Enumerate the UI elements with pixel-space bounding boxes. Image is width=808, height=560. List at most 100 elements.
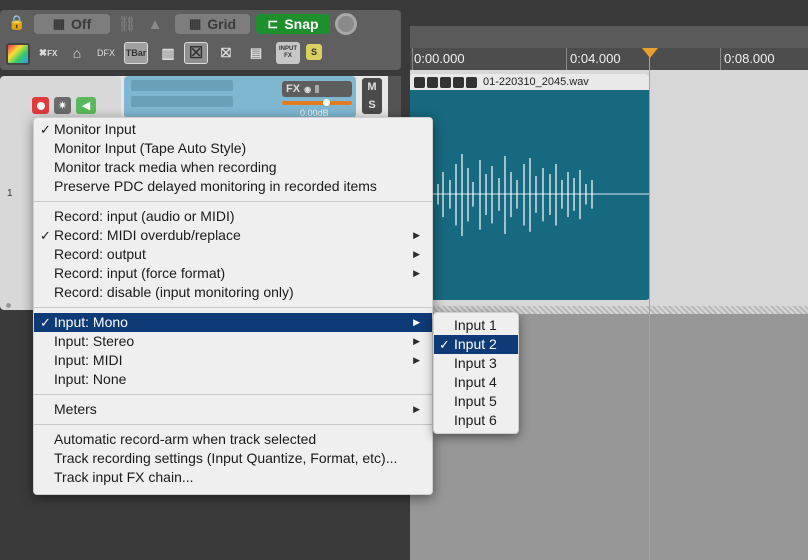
menu-item[interactable]: ✓ Record: MIDI overdub/replace ▶ xyxy=(34,226,432,245)
lock-icon[interactable] xyxy=(414,76,425,88)
daw-window: 🔒 ▦ Off ⛓ ▲ ▦ Grid ⊏ Snap ✖ FX ⌂ DFX TBar… xyxy=(0,0,808,560)
menu-item[interactable]: Track input FX chain... xyxy=(34,468,432,487)
power-icon: ◉ xyxy=(304,84,312,94)
record-context-menu: ✓ Monitor Input Monitor Input (Tape Auto S… xyxy=(33,117,433,495)
lock-icon[interactable]: 🔒 xyxy=(8,13,26,31)
snap-icon: ⊏ xyxy=(267,16,279,31)
menu-item[interactable]: Meters ▶ xyxy=(34,400,432,419)
track-name-slot xyxy=(131,80,233,91)
fx-label: FX xyxy=(286,83,301,95)
menu-item[interactable]: Record: input (force format) ▶ xyxy=(34,264,432,283)
snap-label: Snap xyxy=(284,16,319,32)
grid-dots-icon: ▦ xyxy=(52,16,66,31)
submenu-item-label: Input 6 xyxy=(454,412,497,428)
menu-item[interactable]: Input: MIDI ▶ xyxy=(34,351,432,370)
submenu-item[interactable]: ✓ Input 2 xyxy=(434,335,518,354)
submenu-item[interactable]: Input 3 xyxy=(434,354,518,373)
monitor-speaker-icon[interactable]: ◀ xyxy=(76,97,96,114)
tbar-button[interactable]: TBar xyxy=(124,42,148,64)
bricks-icon[interactable]: ▤ xyxy=(244,42,268,64)
item-icon[interactable] xyxy=(427,76,438,88)
mini-meter-icon xyxy=(315,85,320,93)
envelope-icon[interactable]: ☒ xyxy=(184,42,208,64)
menu-item-label: Monitor Input xyxy=(54,121,136,137)
solo-small-button[interactable]: S xyxy=(306,44,322,60)
menu-item-label: Record: MIDI overdub/replace xyxy=(54,227,241,243)
submenu-arrow-icon: ▶ xyxy=(413,336,420,346)
edit-cursor[interactable] xyxy=(649,48,650,560)
track-fx-button[interactable]: FX ◉ xyxy=(282,81,352,97)
item-icon[interactable] xyxy=(440,76,451,88)
checkbox-icon[interactable] xyxy=(466,76,477,88)
menu-item-label: Monitor Input (Tape Auto Style) xyxy=(54,140,247,156)
media-item-name: 01-220310_2045.wav xyxy=(483,76,589,88)
auto-crossfade-toggle[interactable]: ▦ Off xyxy=(34,14,110,34)
media-item-header: 01-220310_2045.wav xyxy=(410,74,650,90)
folder-icon[interactable]: ⌂ xyxy=(65,42,89,64)
ruler-label: 0:08.000 xyxy=(724,51,775,66)
mute-button[interactable]: M xyxy=(367,81,376,93)
mixer-icon[interactable]: ▥ xyxy=(156,42,180,64)
menu-item[interactable]: Monitor Input (Tape Auto Style) xyxy=(34,139,432,158)
ripple-icon[interactable]: ⛓ xyxy=(117,14,137,34)
menu-item-label: Record: input (audio or MIDI) xyxy=(54,208,235,224)
record-mode-icon[interactable] xyxy=(335,13,357,35)
checkmark-icon: ✓ xyxy=(40,122,51,137)
submenu-item-label: Input 1 xyxy=(454,317,497,333)
grid-label: Grid xyxy=(207,16,237,32)
submenu-arrow-icon: ▶ xyxy=(413,317,420,327)
menu-item-label: Track input FX chain... xyxy=(54,469,194,485)
menu-item[interactable]: Record: output ▶ xyxy=(34,245,432,264)
ruler-tick xyxy=(566,48,567,70)
input-fx-button[interactable]: INPUT FX xyxy=(276,42,300,64)
submenu-item[interactable]: Input 5 xyxy=(434,392,518,411)
grid-toggle[interactable]: ▦ Grid xyxy=(175,14,250,34)
fx-icon[interactable] xyxy=(453,76,464,88)
media-item[interactable]: 01-220310_2045.wav xyxy=(410,74,650,300)
snap-toggle[interactable]: ⊏ Snap xyxy=(256,14,330,34)
fx-bypass-icon[interactable]: ✖ FX xyxy=(36,42,60,64)
record-arm-button[interactable] xyxy=(32,97,49,114)
menu-item-label: Record: output xyxy=(54,246,146,262)
menu-item[interactable]: Input: None xyxy=(34,370,432,389)
menu-item-label: Meters xyxy=(54,401,97,417)
route-icon[interactable]: ⛝ xyxy=(214,42,238,64)
menu-item[interactable]: Automatic record-arm when track selected xyxy=(34,430,432,449)
menu-item[interactable]: ✓ Monitor Input xyxy=(34,120,432,139)
track-number: 1 xyxy=(7,188,13,199)
submenu-item[interactable]: Input 6 xyxy=(434,411,518,430)
ruler-label: 0:04.000 xyxy=(570,51,621,66)
record-dot-icon xyxy=(36,101,45,110)
menu-separator xyxy=(34,424,432,425)
menu-separator xyxy=(34,394,432,395)
metronome-icon[interactable]: ▲ xyxy=(145,14,165,34)
dfx-button[interactable]: DFX xyxy=(94,42,118,64)
menu-item-label: Input: Mono xyxy=(54,314,128,330)
menu-item[interactable]: Record: input (audio or MIDI) xyxy=(34,207,432,226)
menu-item[interactable]: Input: Stereo ▶ xyxy=(34,332,432,351)
ruler-label: 0:00.000 xyxy=(414,51,465,66)
menu-item[interactable]: Monitor track media when recording xyxy=(34,158,432,177)
menu-item-label: Input: MIDI xyxy=(54,352,123,368)
solo-button[interactable]: S xyxy=(368,99,375,111)
submenu-arrow-icon: ▶ xyxy=(413,249,420,259)
grid-icon: ▦ xyxy=(188,16,202,31)
input-submenu: Input 1 ✓ Input 2 Input 3 Input 4 Input 5 Inpu… xyxy=(433,312,519,434)
resize-handle[interactable] xyxy=(6,303,11,308)
menu-item[interactable]: Record: disable (input monitoring only) xyxy=(34,283,432,302)
volume-knob[interactable] xyxy=(323,99,330,106)
menu-item[interactable]: Track recording settings (Input Quantize… xyxy=(34,449,432,468)
submenu-item[interactable]: Input 4 xyxy=(434,373,518,392)
submenu-arrow-icon: ▶ xyxy=(413,355,420,365)
menu-item[interactable]: Preserve PDC delayed monitoring in recor… xyxy=(34,177,432,196)
menu-item-label: Monitor track media when recording xyxy=(54,159,277,175)
timeline-ruler[interactable]: 0:00.000 0:04.000 0:08.000 xyxy=(410,48,808,70)
cursor-marker[interactable] xyxy=(642,48,658,58)
menu-separator xyxy=(34,201,432,202)
menu-item[interactable]: ✓ Input: Mono ▶ xyxy=(34,313,432,332)
menu-item-label: Record: input (force format) xyxy=(54,265,226,281)
volume-fader[interactable] xyxy=(282,101,352,105)
gear-icon[interactable]: ✷ xyxy=(54,97,71,114)
submenu-item[interactable]: Input 1 xyxy=(434,316,518,335)
color-picker-icon[interactable] xyxy=(6,43,30,65)
